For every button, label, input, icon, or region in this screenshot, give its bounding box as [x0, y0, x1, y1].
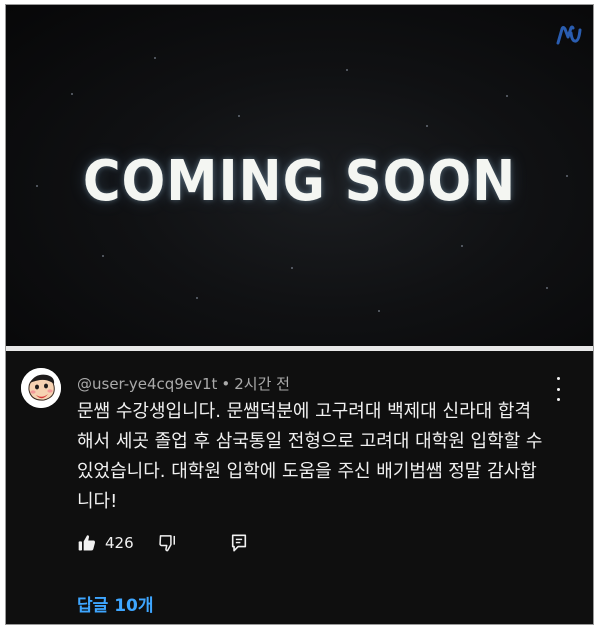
- comment-line: 니다!: [77, 491, 118, 512]
- star-particle: [426, 125, 428, 127]
- star-particle: [346, 69, 348, 71]
- comment-item: @user-ye4cq9ev1t • 2시간 전 문쌤 수강생입니다. 문쌤덕분에 …: [6, 351, 593, 624]
- star-particle: [196, 297, 198, 299]
- star-particle: [378, 310, 380, 312]
- video-player[interactable]: COMING SOON: [6, 5, 593, 346]
- comment-body: 문쌤 수강생입니다. 문쌤덕분에 고구려대 백제대 신라대 합격 해서 세곳 졸…: [77, 397, 567, 517]
- thumbs-down-icon: [158, 535, 175, 552]
- star-particle: [71, 93, 73, 95]
- star-particle: [154, 57, 156, 59]
- star-particle: [291, 267, 293, 269]
- like-button[interactable]: 426: [77, 533, 158, 553]
- thumbs-up-icon: [78, 535, 95, 551]
- comment-actions: 426: [77, 529, 248, 557]
- comment-author[interactable]: @user-ye4cq9ev1t: [77, 375, 217, 393]
- video-title-text: COMING SOON: [82, 149, 517, 214]
- dislike-button[interactable]: [158, 533, 178, 553]
- star-particle: [238, 115, 240, 117]
- star-particle: [461, 245, 463, 247]
- comment-line: 해서 세곳 졸업 후 삼국통일 전형으로 고려대 대학원 입학할 수: [77, 431, 543, 452]
- cartoon-avatar-icon: [21, 368, 61, 408]
- star-particle: [546, 287, 548, 289]
- view-replies-button[interactable]: 답글 10개: [77, 591, 154, 616]
- comment-line: 문쌤 수강생입니다. 문쌤덕분에 고구려대 백제대 신라대 합격: [77, 401, 532, 422]
- star-particle: [102, 255, 104, 257]
- meta-separator: •: [221, 375, 231, 393]
- screenshot-frame: COMING SOON @user-ye4cq9ev1t • 2시간 전 문쌤 …: [5, 4, 594, 625]
- reply-button[interactable]: [230, 533, 248, 553]
- like-count: 426: [105, 534, 134, 552]
- star-particle: [506, 95, 508, 97]
- comment-timestamp: 2시간 전: [234, 375, 290, 393]
- nu-logo-icon: [556, 25, 582, 45]
- comment-header: @user-ye4cq9ev1t • 2시간 전: [77, 373, 290, 394]
- comment-line: 있었습니다. 대학원 입학에 도움을 주신 배기범쌤 정말 감사합: [77, 461, 537, 482]
- avatar[interactable]: [21, 368, 61, 408]
- reply-comment-icon: [231, 534, 246, 552]
